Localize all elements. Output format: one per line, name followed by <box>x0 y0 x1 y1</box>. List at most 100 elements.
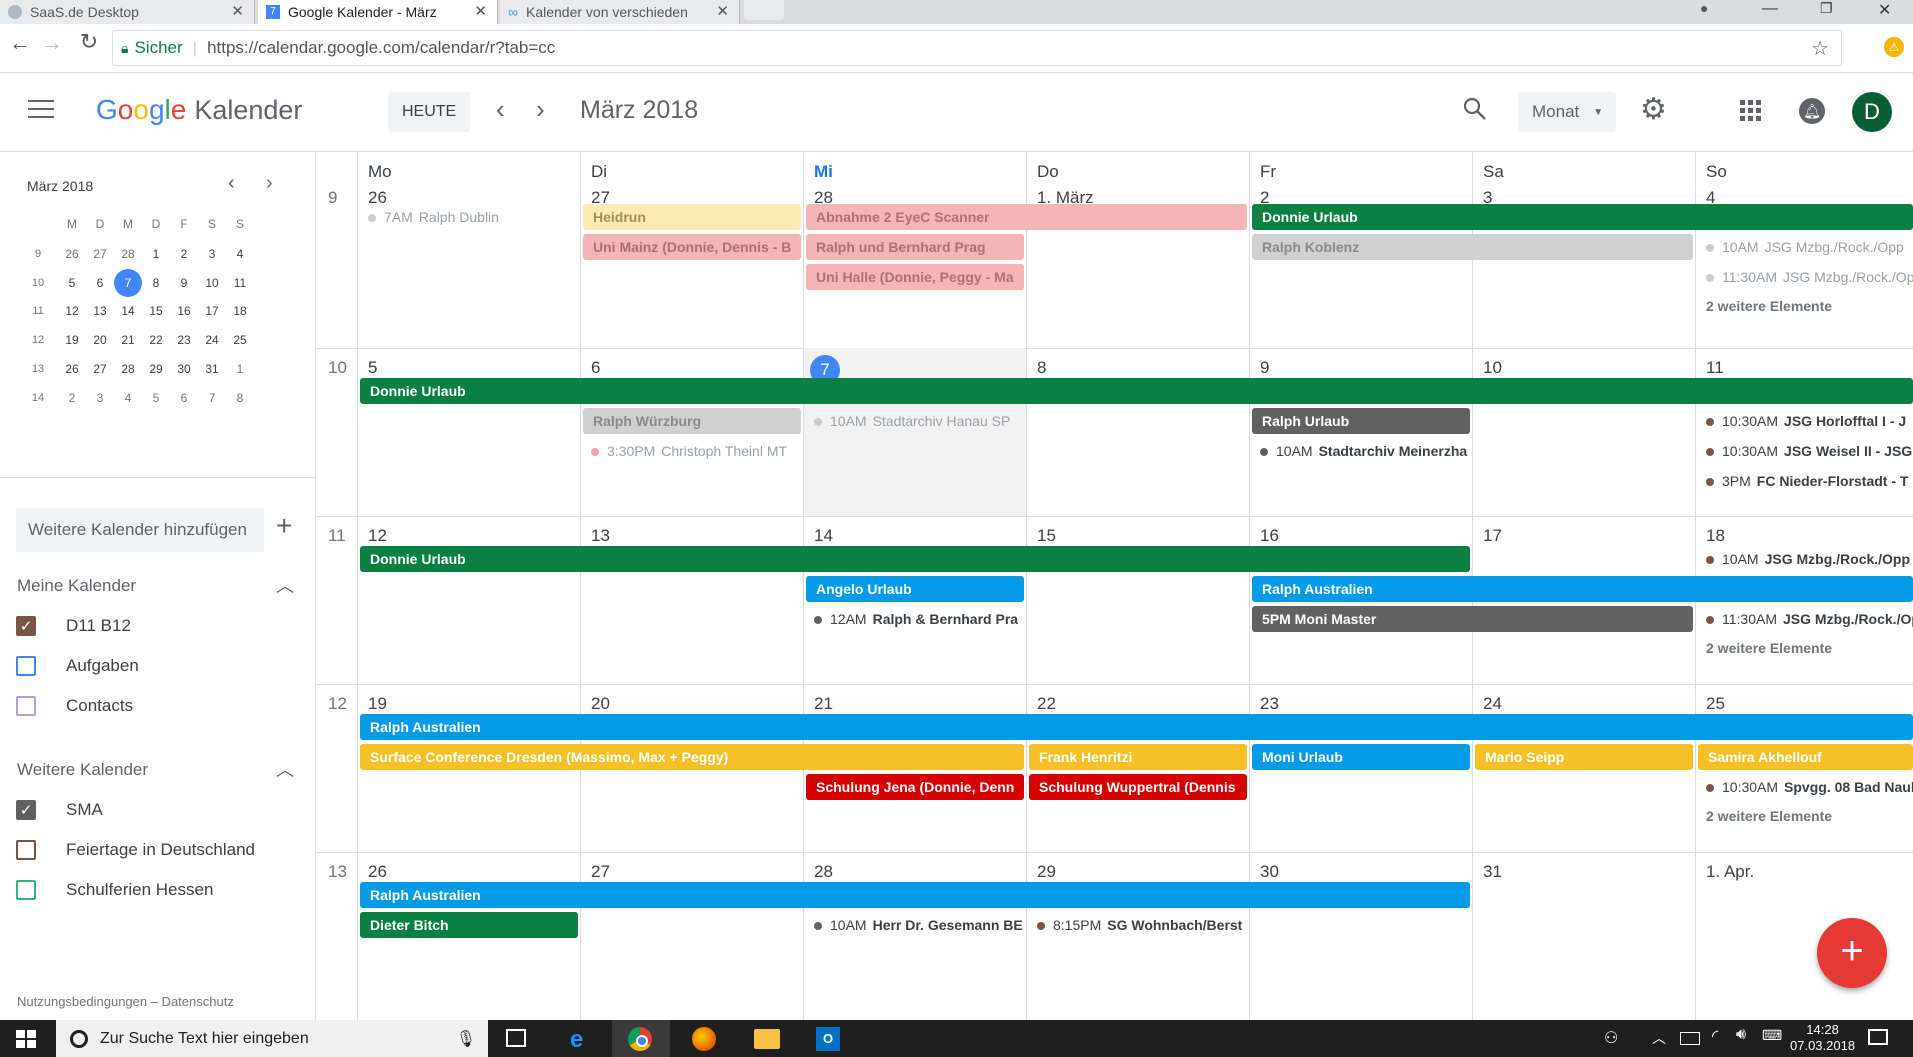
calendar-list-item[interactable]: Schulferien Hessen <box>16 872 306 908</box>
event-chip[interactable]: 5PM Moni Master <box>1252 606 1693 632</box>
action-center-icon[interactable] <box>1868 1029 1888 1045</box>
mini-day[interactable]: 1 <box>142 240 170 268</box>
chrome-taskbar-button[interactable] <box>612 1020 670 1057</box>
week-number[interactable]: 10 <box>328 358 347 378</box>
mini-day[interactable]: 2 <box>170 240 198 268</box>
event-chip[interactable]: Donnie Urlaub <box>360 546 1470 572</box>
other-calendars-heading[interactable]: Weitere Kalender <box>17 760 148 780</box>
day-number[interactable]: 21 <box>814 694 833 714</box>
day-number[interactable]: 6 <box>591 358 600 378</box>
checkbox-unchecked-icon[interactable] <box>16 656 36 676</box>
mini-day[interactable]: 22 <box>142 326 170 354</box>
mini-day[interactable]: 15 <box>142 297 170 325</box>
footer-links[interactable]: Nutzungsbedingungen – Datenschutz <box>17 994 234 1009</box>
day-number[interactable]: 23 <box>1260 694 1279 714</box>
calendar-list-item[interactable]: Feiertage in Deutschland <box>16 832 306 868</box>
event-chip[interactable]: Ralph Koblenz <box>1252 234 1693 260</box>
timed-event[interactable]: 10AM JSG Mzbg./Rock./Opp <box>1706 234 1913 260</box>
mini-day[interactable]: 26 <box>58 240 86 268</box>
day-number[interactable]: 16 <box>1260 526 1279 546</box>
mini-day[interactable]: 1 <box>226 355 254 383</box>
day-number[interactable]: 25 <box>1706 694 1725 714</box>
event-chip[interactable]: Schulung Wuppertral (Dennis <box>1029 774 1247 800</box>
event-chip[interactable]: Heidrun <box>583 204 801 230</box>
add-calendar-input[interactable]: Weitere Kalender hinzufügen <box>16 508 264 552</box>
event-chip[interactable]: Donnie Urlaub <box>1252 204 1913 230</box>
week-number[interactable]: 11 <box>328 526 346 546</box>
windows-start-icon[interactable] <box>16 1030 36 1053</box>
mini-day[interactable]: 17 <box>198 297 226 325</box>
mini-day[interactable]: 27 <box>86 240 114 268</box>
mini-day[interactable]: 11 <box>226 269 254 297</box>
timed-event[interactable]: 12AM Ralph & Bernhard Pra <box>814 606 1023 632</box>
mini-day[interactable]: 8 <box>142 269 170 297</box>
mini-day[interactable]: 14 <box>114 297 142 325</box>
timed-event[interactable]: 11:30AM JSG Mzbg./Rock./Opp <box>1706 264 1913 290</box>
day-number[interactable]: 22 <box>1037 694 1056 714</box>
my-calendars-heading[interactable]: Meine Kalender <box>17 576 136 596</box>
microphone-icon[interactable]: 🎙︎ <box>456 1029 476 1049</box>
main-menu-icon[interactable] <box>28 100 54 118</box>
event-chip[interactable]: Ralph Würzburg <box>583 408 801 434</box>
reload-icon[interactable]: ↻ <box>75 29 103 55</box>
day-number[interactable]: 29 <box>1037 862 1056 882</box>
wifi-icon[interactable]: ◜ <box>1712 1026 1718 1046</box>
event-chip[interactable]: Ralph Australien <box>360 714 1913 740</box>
bookmark-star-icon[interactable]: ☆ <box>1811 36 1829 61</box>
mini-day[interactable]: 9 <box>170 269 198 297</box>
day-number[interactable]: 18 <box>1706 526 1725 546</box>
day-number[interactable]: 26 <box>368 862 387 882</box>
mini-day[interactable]: 2 <box>58 384 86 412</box>
mini-next-month-icon[interactable]: › <box>266 172 273 195</box>
calendar-list-item[interactable]: Contacts <box>16 688 306 724</box>
calendar-list-item[interactable]: Aufgaben <box>16 648 306 684</box>
week-number[interactable]: 9 <box>328 188 337 208</box>
taskbar-search-box[interactable]: Zur Suche Text hier eingeben 🎙︎ <box>56 1020 488 1057</box>
day-number[interactable]: 24 <box>1483 694 1502 714</box>
checkbox-checked-icon[interactable]: ✓ <box>16 616 36 636</box>
volume-icon[interactable]: 🔊︎ <box>1736 1026 1746 1044</box>
mini-day[interactable]: 24 <box>198 326 226 354</box>
close-tab-icon[interactable]: ✕ <box>716 2 729 20</box>
firefox-icon[interactable] <box>692 1027 716 1051</box>
mini-day[interactable]: 16 <box>170 297 198 325</box>
event-chip[interactable]: Dieter Bitch <box>360 912 578 938</box>
mini-prev-month-icon[interactable]: ‹ <box>228 172 235 195</box>
event-chip[interactable]: Schulung Jena (Donnie, Denn <box>806 774 1024 800</box>
timed-event[interactable]: 10:30AM JSG Horlofftal I - J <box>1706 408 1913 434</box>
close-tab-icon[interactable]: ✕ <box>474 2 487 20</box>
add-calendar-plus-icon[interactable]: + <box>276 510 292 542</box>
close-tab-icon[interactable]: ✕ <box>231 2 244 20</box>
mini-day[interactable]: 6 <box>86 269 114 297</box>
mini-day[interactable]: 12 <box>58 297 86 325</box>
address-bar[interactable]: 🔒︎ Sicher | https://calendar.google.com/… <box>112 30 1842 66</box>
outlook-icon[interactable]: O <box>816 1027 840 1051</box>
task-view-icon[interactable] <box>506 1029 526 1047</box>
day-number[interactable]: 19 <box>368 694 387 714</box>
mini-day[interactable]: 18 <box>226 297 254 325</box>
mini-day[interactable]: 13 <box>86 297 114 325</box>
forward-icon[interactable]: → <box>38 30 66 56</box>
event-chip[interactable]: Ralph Urlaub <box>1252 408 1470 434</box>
timed-event[interactable]: 7AM Ralph Dublin <box>368 204 577 230</box>
mini-day[interactable]: 20 <box>86 326 114 354</box>
day-number[interactable]: 10 <box>1483 358 1502 378</box>
mini-day[interactable]: 5 <box>58 269 86 297</box>
mini-day[interactable]: 28 <box>114 355 142 383</box>
mini-day[interactable]: 10 <box>198 269 226 297</box>
timed-event[interactable]: 8:15PM SG Wohnbach/Berst <box>1037 912 1246 938</box>
prev-period-icon[interactable]: ‹ <box>496 94 505 125</box>
battery-icon[interactable] <box>1680 1032 1700 1045</box>
event-chip[interactable]: Donnie Urlaub <box>360 378 1913 404</box>
mini-day-today[interactable]: 7 <box>114 268 142 297</box>
event-chip[interactable]: Angelo Urlaub <box>806 576 1024 602</box>
timed-event[interactable]: 10AM JSG Mzbg./Rock./Opp <box>1706 546 1913 572</box>
mini-day[interactable]: 3 <box>86 384 114 412</box>
mini-day[interactable]: 30 <box>170 355 198 383</box>
calendar-list-item[interactable]: ✓ SMA <box>16 792 306 828</box>
more-events-link[interactable]: 2 weitere Elemente <box>1706 640 1832 656</box>
mini-day[interactable]: 7 <box>198 384 226 412</box>
day-number[interactable]: 15 <box>1037 526 1056 546</box>
timed-event[interactable]: 3PM FC Nieder-Florstadt - T <box>1706 468 1913 494</box>
mini-day[interactable]: 4 <box>114 384 142 412</box>
